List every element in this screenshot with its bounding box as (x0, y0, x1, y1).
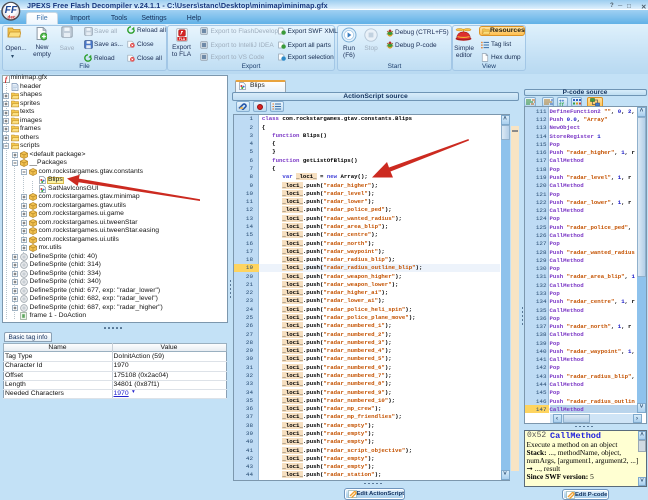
svg-text:dec: dec (8, 14, 16, 19)
svg-text:FLA: FLA (179, 37, 186, 41)
